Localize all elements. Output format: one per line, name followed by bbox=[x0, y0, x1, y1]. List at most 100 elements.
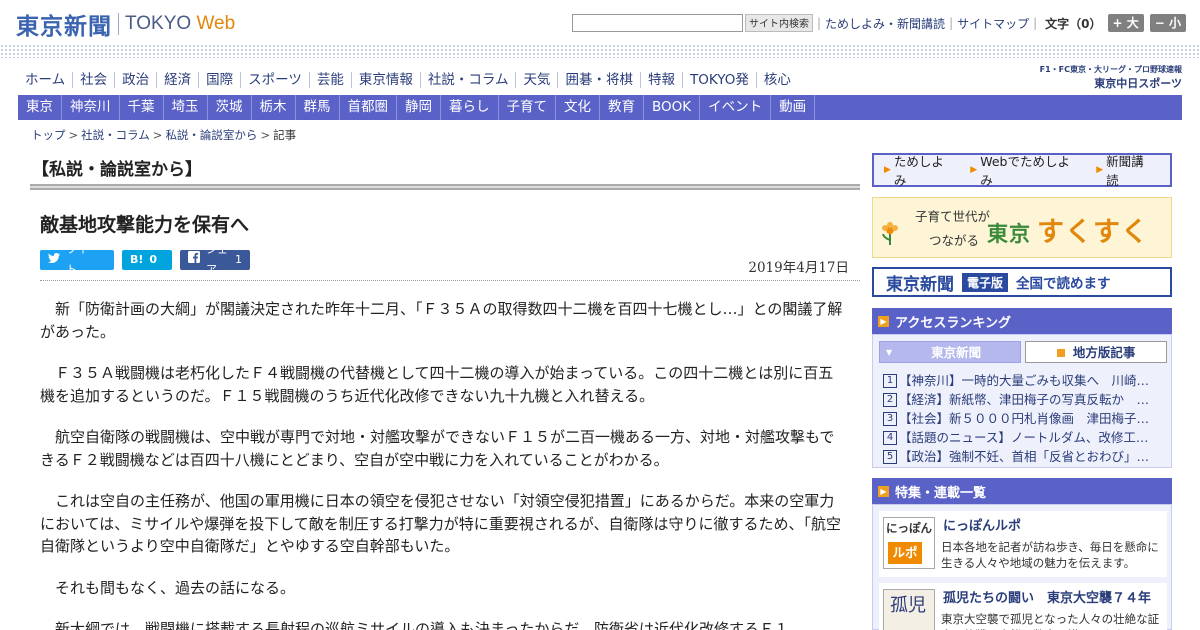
main-nav-item[interactable]: 政治 bbox=[114, 72, 156, 88]
tab-tokyo-shimbun[interactable]: ▼ 東京新聞 bbox=[879, 341, 1021, 363]
ranking-item[interactable]: 2 【経済】新紙幣、津田梅子の写真反転か … bbox=[883, 390, 1163, 409]
site-search-input[interactable] bbox=[572, 14, 743, 32]
regional-nav-item[interactable]: 静岡 bbox=[397, 95, 441, 120]
regional-nav-item[interactable]: 動画 bbox=[771, 95, 816, 120]
logo-en: TOKYO Web bbox=[125, 13, 235, 35]
sukusuku-tagline-1: 子育て世代が bbox=[915, 209, 991, 224]
site-logo[interactable]: 東京新聞 TOKYO Web bbox=[16, 9, 235, 40]
main-nav-item[interactable]: 社説・コラム bbox=[419, 72, 516, 88]
main-nav-item[interactable]: ホーム bbox=[18, 72, 72, 88]
ranking-item[interactable]: 4 【話題のニュース】ノートルダム、改修工… bbox=[883, 428, 1163, 447]
main-nav-item[interactable]: 東京情報 bbox=[350, 72, 420, 88]
main-nav-item[interactable]: 社会 bbox=[72, 72, 114, 88]
tab-tokyo-shimbun-label: 東京新聞 bbox=[931, 345, 982, 360]
main-nav-item[interactable]: 特報 bbox=[639, 72, 682, 88]
main-nav-item[interactable]: 核心 bbox=[755, 72, 798, 88]
feature-description: 東京大空襲で孤児となった人々の壮絶な証言、終戦と実態の数字で描いてきます。 bbox=[941, 612, 1160, 630]
breadcrumb-top[interactable]: トップ bbox=[31, 128, 66, 142]
ranking-item[interactable]: 3 【社会】新５０００円札肖像画 津田梅子… bbox=[883, 409, 1163, 428]
article-paragraph: 新大綱では、戦闘機に搭載する長射程の巡航ミサイルの導入も決まったからだ。防衛省は… bbox=[55, 620, 789, 630]
chunichi-sports-banner[interactable]: F1・FC東京・大リーグ・プロ野球速報 東京中日スポーツ bbox=[1022, 64, 1182, 90]
ranking-item[interactable]: 1 【神奈川】一時的大量ごみも収集へ 川崎… bbox=[883, 371, 1163, 390]
feature-nippon-repo[interactable]: にっぽん ルポ にっぽんルポ 日本各地を記者が訪ね歩き、毎日を懸命に生きる人々や… bbox=[879, 511, 1167, 577]
header-separator: | bbox=[817, 16, 822, 30]
share-buttons: ツイート B! 0 シェア 1 bbox=[40, 243, 258, 276]
header-separator: | bbox=[1033, 16, 1038, 30]
regional-nav-item[interactable]: 教育 bbox=[600, 95, 644, 120]
header-dotted-band bbox=[0, 44, 1200, 58]
rank-number: 4 bbox=[883, 430, 897, 445]
access-ranking-title: アクセスランキング bbox=[895, 315, 1011, 331]
access-ranking-panel: ▼ 東京新聞 地方版記事 1 【神奈川】一時的大量ごみも収集へ 川崎… 2 【経済】… bbox=[872, 334, 1172, 468]
regional-nav-item[interactable]: 子育て bbox=[499, 95, 556, 120]
regional-nav-item[interactable]: 埼玉 bbox=[164, 95, 208, 120]
main-nav-item[interactable]: 国際 bbox=[198, 72, 240, 88]
regional-nav-item[interactable]: 暮らし bbox=[441, 95, 499, 120]
tab-local-articles[interactable]: 地方版記事 bbox=[1025, 341, 1167, 363]
logo-en-web: Web bbox=[196, 13, 236, 34]
trial-read-link[interactable]: ▶ ためしよみ bbox=[884, 151, 956, 189]
web-trial-read-link[interactable]: ▶ Webでためしよみ bbox=[970, 151, 1082, 189]
trial-subscribe-link[interactable]: ためしよみ・新聞講読 bbox=[825, 15, 945, 32]
logo-divider bbox=[118, 13, 119, 35]
facebook-share-button[interactable]: シェア 1 bbox=[180, 243, 250, 276]
hatena-count: 0 bbox=[149, 253, 158, 266]
font-smaller-button[interactable]: − 小 bbox=[1149, 14, 1186, 32]
web-trial-read-label: Webでためしよみ bbox=[980, 154, 1070, 188]
feature-orphans[interactable]: 孤児 孤児たちの闘い 東京大空襲７４年 東京大空襲で孤児となった人々の壮絶な証言… bbox=[879, 583, 1167, 630]
article-paragraph: それも間もなく、過去の話になる。 bbox=[55, 578, 296, 597]
main-nav-item[interactable]: 芸能 bbox=[308, 72, 351, 88]
regional-nav-item[interactable]: 東京 bbox=[18, 95, 62, 120]
header-tools: サイト内検索 | ためしよみ・新聞講読 | サイトマップ | 文字（0） + 大… bbox=[572, 14, 1186, 32]
regional-nav-item[interactable]: 文化 bbox=[556, 95, 600, 120]
digital-edition-brand: 東京新聞 bbox=[886, 274, 954, 295]
regional-nav-item[interactable]: 群馬 bbox=[296, 95, 340, 120]
main-nav: ホーム 社会 政治 経済 国際 スポーツ 芸能 東京情報 社説・コラム 天気 囲… bbox=[18, 70, 798, 90]
regional-nav-item[interactable]: 神奈川 bbox=[62, 95, 120, 120]
main-nav-item[interactable]: 天気 bbox=[515, 72, 557, 88]
breadcrumb-column[interactable]: 私説・論説室から bbox=[165, 128, 257, 142]
subscribe-label: 新聞講読 bbox=[1106, 154, 1144, 188]
article-date-divider bbox=[40, 280, 860, 281]
chunichi-title: 東京中日スポーツ bbox=[1094, 77, 1182, 90]
trial-read-label: ためしよみ bbox=[893, 154, 944, 188]
ranking-item[interactable]: 5 【政治】強制不妊、首相「反省とおわび」… bbox=[883, 447, 1163, 466]
sukusuku-title-main: すくすく bbox=[1037, 217, 1149, 248]
access-ranking-header: ▶ アクセスランキング bbox=[872, 308, 1172, 334]
orange-arrow-icon: ▶ bbox=[878, 485, 889, 497]
facebook-share-label: シェア bbox=[206, 243, 228, 276]
regional-nav-item[interactable]: BOOK bbox=[644, 95, 701, 120]
regional-nav-item[interactable]: 茨城 bbox=[208, 95, 252, 120]
regional-nav-item[interactable]: イベント bbox=[700, 95, 772, 120]
subscription-links: ▶ ためしよみ ▶ Webでためしよみ ▶ 新聞講読 bbox=[872, 151, 1172, 189]
font-bigger-button[interactable]: + 大 bbox=[1107, 14, 1144, 32]
regional-nav-item[interactable]: 千葉 bbox=[120, 95, 164, 120]
orphans-thumbnail: 孤児 bbox=[883, 589, 935, 630]
main-nav-item[interactable]: 経済 bbox=[156, 72, 198, 88]
nippon-repo-thumbnail: にっぽん ルポ bbox=[883, 517, 935, 569]
regional-nav-item[interactable]: 首都圏 bbox=[340, 95, 397, 120]
ranking-item-title: 【社会】新５０００円札肖像画 津田梅子… bbox=[899, 410, 1150, 426]
feature-title: 孤児たちの闘い 東京大空襲７４年 bbox=[943, 591, 1152, 606]
breadcrumb-editorial[interactable]: 社説・コラム bbox=[81, 128, 150, 142]
ranking-list: 1 【神奈川】一時的大量ごみも収集へ 川崎… 2 【経済】新紙幣、津田梅子の写真反転… bbox=[883, 371, 1163, 466]
section-divider bbox=[30, 184, 860, 190]
hatena-bookmark-button[interactable]: B! 0 bbox=[122, 250, 172, 270]
twitter-bird-icon bbox=[48, 250, 60, 270]
rank-number: 2 bbox=[883, 392, 897, 407]
main-nav-item[interactable]: スポーツ bbox=[240, 72, 309, 88]
sukusuku-banner[interactable]: 子育て世代が つながる 東京 すくすく bbox=[872, 197, 1172, 258]
breadcrumb-current: 記事 bbox=[273, 128, 297, 142]
subscribe-link[interactable]: ▶ 新聞講読 bbox=[1096, 151, 1156, 189]
tweet-button[interactable]: ツイート bbox=[40, 243, 114, 276]
nippon-repo-thumb-top: にっぽん bbox=[886, 521, 932, 535]
tweet-label: ツイート bbox=[66, 243, 99, 276]
main-nav-item[interactable]: TOKYO発 bbox=[681, 72, 756, 88]
article-date: 2019年4月17日 bbox=[748, 260, 849, 276]
digital-edition-banner[interactable]: 東京新聞 電子版 全国で読めます bbox=[872, 267, 1172, 297]
site-search-button[interactable]: サイト内検索 bbox=[745, 14, 813, 32]
article-paragraph: Ｆ３５Ａ戦闘機は老朽化したＦ４戦闘機の代替機として四十二機の導入が始まっている。… bbox=[40, 364, 834, 405]
regional-nav-item[interactable]: 栃木 bbox=[252, 95, 296, 120]
main-nav-item[interactable]: 囲碁・将棋 bbox=[557, 72, 640, 88]
sitemap-link[interactable]: サイトマップ bbox=[957, 15, 1029, 32]
